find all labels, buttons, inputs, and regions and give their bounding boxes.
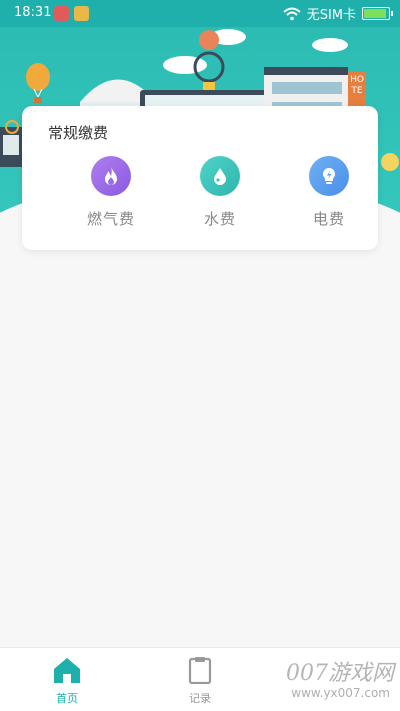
water-drop-icon [200,156,240,196]
status-right: 无SIM卡 [283,4,393,23]
nav-home-label: 首页 [56,692,78,705]
notification-app-icon [74,6,89,21]
nav-item-records[interactable]: 记录 [165,656,235,706]
home-icon [54,658,80,683]
wifi-icon [283,7,301,20]
payment-card: 常规缴费 燃气费 水费 电费 [22,106,378,250]
water-fee-label: 水费 [203,210,236,228]
electricity-fee-item[interactable]: 电费 [289,156,369,229]
watermark: 007游戏网 [286,661,394,686]
nav-records-label: 记录 [189,692,211,705]
watermark-url: www.yx007.com [291,686,390,700]
battery-icon [362,7,393,20]
water-fee-item[interactable]: 水费 [180,156,260,229]
electricity-fee-label: 电费 [312,210,345,228]
battery-fill [364,9,386,18]
flame-icon [91,156,131,196]
nav-item-home[interactable]: 首页 [32,656,102,706]
carrier-label: 无SIM卡 [306,8,356,23]
status-bar: 18:31 无SIM卡 [0,0,400,27]
card-title: 常规缴费 [48,124,109,142]
usb-icon [54,6,69,21]
gas-fee-label: 燃气费 [86,210,135,228]
status-time: 18:31 [14,5,52,20]
hotel-sign: HOTE [350,75,364,96]
gas-fee-item[interactable]: 燃气费 [71,156,151,229]
clipboard-icon [188,657,212,685]
lightbulb-icon [309,156,349,196]
